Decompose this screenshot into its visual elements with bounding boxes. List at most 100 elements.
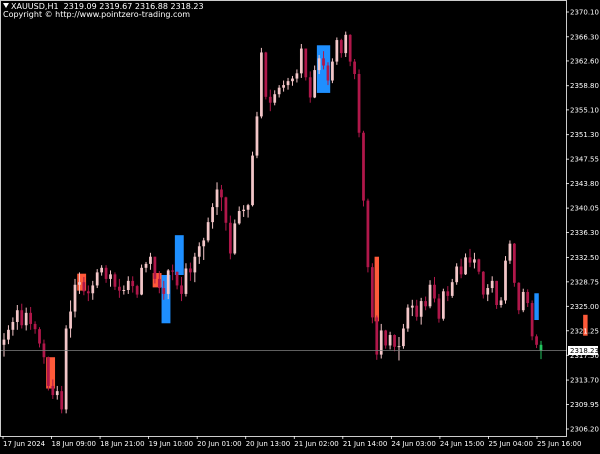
candle [228,215,232,260]
price-tick-label: 2351.30 [570,131,599,139]
candle [131,276,135,293]
candle [273,90,277,106]
chart-area[interactable]: 2370.10 2366.30 2362.60 2358.80 2355.10 2351.… [0,0,600,450]
price-tick-label: 2343.80 [570,180,599,188]
candle [455,263,459,285]
candle [282,80,285,92]
candle [197,242,201,264]
candle [419,297,423,325]
price-tick-label: 2366.30 [570,33,599,41]
candle [477,258,481,275]
candle-body [362,132,365,201]
candle [104,265,108,283]
candle [304,48,308,81]
candle [242,205,246,217]
candle-body [499,300,503,306]
candle [504,256,507,304]
candle [539,340,543,360]
candle [140,264,143,296]
price-tick-label: 2309.95 [570,401,599,409]
candle-body [206,222,210,241]
candle-body [521,291,525,311]
candle-body [326,65,330,81]
candle [530,300,534,341]
candle [55,385,59,400]
price-axis[interactable]: 2370.10 2366.30 2362.60 2358.80 2355.10 2351.… [566,9,599,434]
candle-body [313,70,317,98]
candle [535,334,538,349]
candle-body [144,263,148,268]
price-tick-label: 2336.30 [570,229,599,237]
candle [370,263,374,324]
plot-frame [0,0,567,437]
dropdown-triangle-icon[interactable] [3,3,9,8]
candle-body [224,197,228,223]
candle [521,288,525,313]
candle [481,271,485,299]
current-price-tag: 2318.23 [568,345,599,355]
candle-body [402,328,405,347]
candle [344,31,348,58]
price-tick-label: 2313.70 [570,377,599,385]
candle-body [477,259,481,272]
candle-body [180,285,183,294]
candle-body [415,305,419,317]
candle-body [291,78,294,82]
candles-layer [2,31,543,414]
candle-body [366,200,370,268]
candle [42,339,46,364]
candle [508,240,512,264]
candle [277,85,281,98]
candle [24,307,28,331]
time-tick-label: 18 Jun 09:00 [52,440,96,448]
candle-body [82,282,86,292]
candle [206,217,210,243]
candle [255,111,259,159]
candle-body [7,329,10,340]
candle-body [277,87,281,95]
candle-body [335,40,339,62]
price-tick-label: 2355.10 [570,106,599,114]
candle [335,37,339,65]
candle [308,71,312,103]
candle-body [406,307,410,329]
time-axis[interactable]: 17 Jun 2024 18 Jun 09:00 18 Jun 21:00 19 Ju… [2,436,581,448]
candle [450,278,454,298]
candle-body [60,391,64,410]
candle-body [433,284,436,299]
candle-body [122,290,126,291]
candle-body [242,209,246,212]
time-tick-label: 21 Jun 14:00 [343,440,387,448]
candle-body [175,271,179,286]
candle [379,323,383,359]
candle [2,333,6,357]
candle-body [149,256,152,264]
candle-body [20,310,24,326]
time-tick-label: 25 Jun 04:00 [488,440,532,448]
candle-body [304,48,308,78]
candle-body [104,267,108,279]
candle-body [504,260,507,301]
candle-body [38,329,41,344]
candle [393,334,396,352]
candle-body [29,312,33,324]
candle-body [388,335,392,346]
candle-body [419,301,423,317]
candle [91,280,95,300]
candle-body [397,346,401,348]
candle [446,286,450,302]
candle-body [339,40,343,54]
candle-body [228,222,232,254]
candle [357,69,361,138]
candle-body [118,286,121,291]
price-chart[interactable]: 2370.10 2366.30 2362.60 2358.80 2355.10 2351.… [0,0,600,450]
candle [47,356,50,391]
candle-body [535,336,538,345]
candle [135,284,139,298]
candle-body [286,81,290,86]
candle-body [33,323,37,330]
candle [86,285,90,302]
candle [495,280,498,309]
candle-body [55,391,59,396]
candle-body [370,267,374,318]
